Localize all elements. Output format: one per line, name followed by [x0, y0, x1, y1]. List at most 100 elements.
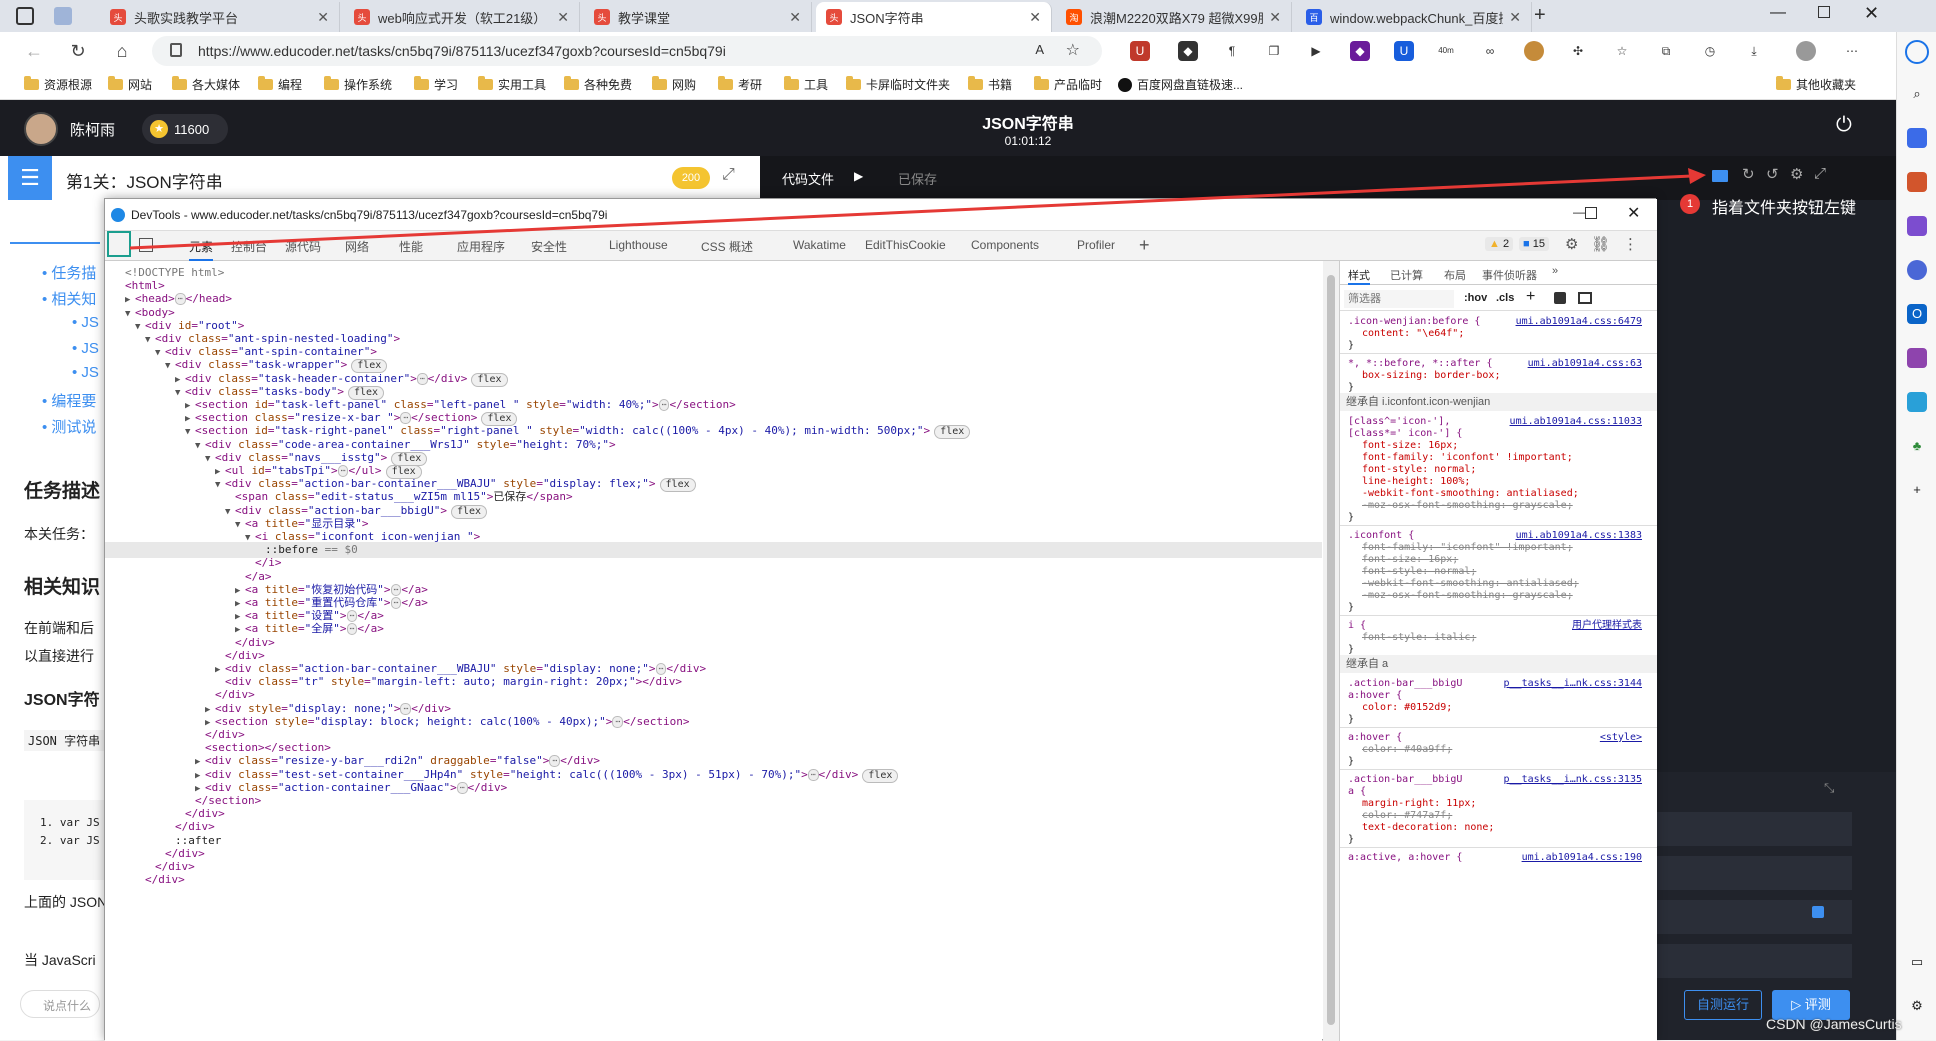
- bookmark-item[interactable]: 学习: [414, 76, 458, 93]
- tab-styles[interactable]: 样式: [1348, 267, 1370, 285]
- restore-button[interactable]: [1818, 6, 1830, 18]
- extension-icon[interactable]: ◆: [1178, 41, 1198, 61]
- toggle-style-icon[interactable]: [1554, 292, 1566, 304]
- games-icon[interactable]: [1907, 216, 1927, 236]
- refresh-icon[interactable]: ↻: [66, 39, 90, 63]
- tab-close-icon[interactable]: ✕: [557, 9, 569, 26]
- devtools-tab[interactable]: 网络: [345, 238, 369, 255]
- minimize-button[interactable]: —: [1770, 4, 1786, 22]
- bookmark-item[interactable]: 卡屏临时文件夹: [846, 76, 950, 93]
- cls-button[interactable]: .cls: [1496, 292, 1514, 304]
- settings-icon[interactable]: ⚙: [1790, 165, 1803, 183]
- close-window-button[interactable]: ✕: [1864, 3, 1879, 24]
- browser-tab[interactable]: 头教学课堂 ✕: [584, 2, 812, 32]
- chevron-right-icon[interactable]: »: [1552, 265, 1558, 277]
- bookmark-item[interactable]: 操作系统: [324, 76, 392, 93]
- copy-icon[interactable]: ❐: [1264, 41, 1284, 61]
- fullscreen-icon[interactable]: ⤢: [1814, 165, 1826, 182]
- menu-icon[interactable]: ☰: [8, 156, 52, 200]
- browser-tab[interactable]: 头 web响应式开发（软工21级） ✕: [344, 2, 580, 32]
- browser-tab[interactable]: 淘浪潮M2220双路X79 超微X99服务器 ✕: [1056, 2, 1292, 32]
- toc-item[interactable]: • JS: [72, 340, 99, 357]
- bing-chat-icon[interactable]: [1905, 40, 1929, 64]
- devtools-minimize[interactable]: —: [1573, 205, 1585, 219]
- browser-tab[interactable]: 头头歌实践教学平台 ✕: [100, 2, 340, 32]
- toc-item[interactable]: • JS: [72, 314, 99, 331]
- more-tools-icon[interactable]: +: [1139, 235, 1150, 256]
- glasses-icon[interactable]: ∞: [1480, 41, 1500, 61]
- bookmark-item[interactable]: 百度网盘直链极速...: [1118, 76, 1243, 93]
- reset-repo-icon[interactable]: ↺: [1766, 165, 1779, 183]
- play-arrow-icon[interactable]: ▶: [854, 169, 863, 183]
- play-icon[interactable]: ▶: [1306, 41, 1326, 61]
- drop-icon[interactable]: [1907, 392, 1927, 412]
- tab-close-icon[interactable]: ✕: [1509, 9, 1521, 26]
- power-icon[interactable]: ⏻: [1836, 114, 1852, 137]
- warning-count[interactable]: ▲ 2: [1485, 237, 1514, 251]
- tab-event-listeners[interactable]: 事件侦听器: [1482, 267, 1537, 283]
- inspect-element-icon[interactable]: [107, 231, 131, 257]
- devtools-tab[interactable]: Profiler: [1077, 238, 1115, 252]
- hov-button[interactable]: :hov: [1464, 292, 1487, 304]
- elements-scrollbar[interactable]: [1323, 261, 1339, 1041]
- tree-icon[interactable]: ♣: [1907, 436, 1927, 456]
- toc-item[interactable]: • 编程要: [42, 390, 96, 411]
- tab-close-icon[interactable]: ✕: [317, 9, 329, 26]
- bitwarden-icon[interactable]: U: [1394, 41, 1414, 61]
- workspaces-icon[interactable]: [54, 7, 72, 25]
- cookie-icon[interactable]: [1524, 41, 1544, 61]
- bookmark-item[interactable]: 网购: [652, 76, 696, 93]
- outlook-icon[interactable]: O: [1907, 304, 1927, 324]
- timer-extension-icon[interactable]: 40m: [1436, 41, 1456, 61]
- bookmark-item[interactable]: 实用工具: [478, 76, 546, 93]
- tab-actions-icon[interactable]: [16, 7, 34, 25]
- bookmark-item[interactable]: 资源根源: [24, 76, 92, 93]
- ublock-icon[interactable]: U: [1130, 41, 1150, 61]
- devtools-tab[interactable]: CSS 概述: [701, 238, 753, 255]
- toggle-sidebar-icon[interactable]: [1578, 292, 1592, 304]
- toc-item[interactable]: • JS: [72, 364, 99, 381]
- add-sidebar-icon[interactable]: +: [1907, 480, 1927, 500]
- comment-input[interactable]: 说点什么: [20, 990, 100, 1018]
- new-rule-icon[interactable]: +: [1526, 288, 1535, 306]
- history-icon[interactable]: ◷: [1700, 41, 1720, 61]
- toc-item[interactable]: • 任务描: [42, 262, 96, 283]
- bookmark-item[interactable]: 编程: [258, 76, 302, 93]
- tab-layout[interactable]: 布局: [1444, 267, 1466, 283]
- devtools-tab[interactable]: 性能: [399, 238, 423, 255]
- bookmark-item[interactable]: 各种免费: [564, 76, 632, 93]
- devtools-tab[interactable]: EditThisCookie: [865, 238, 946, 252]
- devtools-maximize[interactable]: [1585, 207, 1597, 219]
- translate-icon[interactable]: ¶: [1222, 41, 1242, 61]
- devtools-tab[interactable]: 元素: [189, 238, 214, 261]
- back-icon[interactable]: ←: [22, 39, 46, 63]
- info-count[interactable]: ■ 15: [1519, 237, 1549, 251]
- tab-close-icon[interactable]: ✕: [1269, 9, 1281, 26]
- devtools-close[interactable]: ✕: [1627, 203, 1640, 223]
- sidebar-settings-icon[interactable]: ⚙: [1907, 996, 1927, 1016]
- browser-tab[interactable]: 百 window.webpackChunk_百度搜索 ✕: [1296, 2, 1532, 32]
- shopping-icon[interactable]: [1907, 172, 1927, 192]
- microsoft365-icon[interactable]: [1907, 260, 1927, 280]
- connect-icon[interactable]: ⛓: [1591, 235, 1610, 253]
- ai-extension-icon[interactable]: ◆: [1350, 41, 1370, 61]
- bookmark-other-favorites[interactable]: 其他收藏夹: [1776, 76, 1856, 93]
- self-run-button[interactable]: 自测运行: [1684, 990, 1762, 1020]
- elements-panel[interactable]: <!DOCTYPE html> <html> ▶ <head> ⋯ </head> ▼ <bo…: [105, 261, 1322, 1041]
- devtools-tab[interactable]: 控制台: [231, 238, 267, 255]
- tab-code-files[interactable]: 代码文件: [782, 169, 834, 188]
- styles-filter-input[interactable]: [1344, 290, 1454, 308]
- devtools-tab[interactable]: Lighthouse: [609, 238, 668, 252]
- devtools-tab[interactable]: 安全性: [531, 238, 567, 255]
- designer-icon[interactable]: [1907, 348, 1927, 368]
- devtools-tab[interactable]: Components: [971, 238, 1039, 252]
- collapse-icon[interactable]: ⤡: [1824, 780, 1834, 796]
- favorites-icon[interactable]: ☆: [1612, 41, 1632, 61]
- favorite-star-icon[interactable]: ☆: [1066, 40, 1080, 60]
- scroll-thumb[interactable]: [1327, 275, 1335, 1025]
- toc-item[interactable]: • 测试说: [42, 416, 96, 437]
- bookmark-item[interactable]: 工具: [784, 76, 828, 93]
- home-icon[interactable]: ⌂: [110, 39, 134, 63]
- device-toolbar-icon[interactable]: [139, 238, 153, 252]
- restore-code-icon[interactable]: ↻: [1742, 165, 1755, 183]
